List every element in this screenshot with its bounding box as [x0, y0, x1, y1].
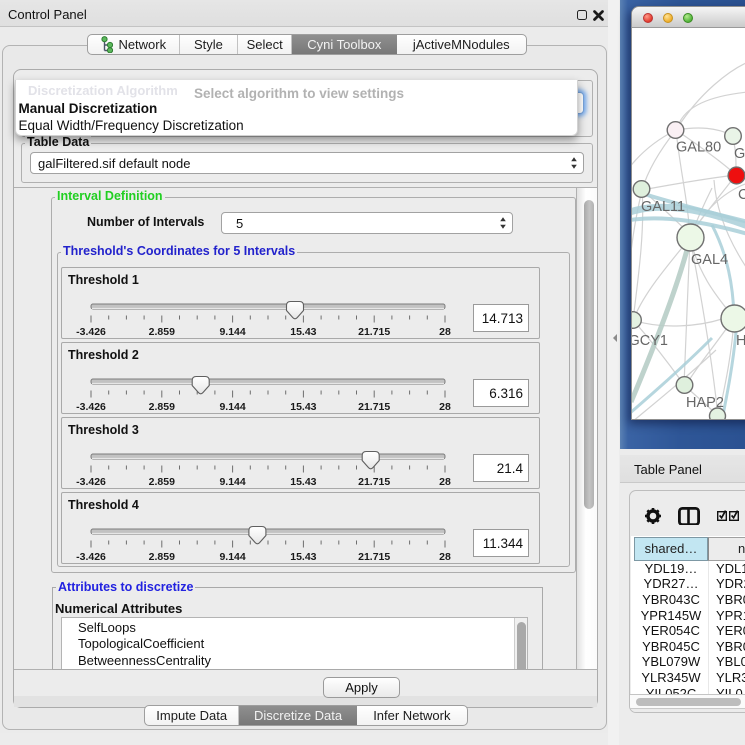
svg-text:28: 28 [439, 476, 451, 488]
svg-text:15.43: 15.43 [290, 401, 316, 413]
svg-text:9.144: 9.144 [219, 476, 245, 488]
svg-text:GA: GA [734, 146, 745, 162]
svg-text:GCY1: GCY1 [632, 333, 668, 349]
svg-text:15.43: 15.43 [290, 476, 316, 488]
svg-text:21.715: 21.715 [358, 401, 390, 413]
svg-text:9.144: 9.144 [219, 551, 245, 563]
svg-text:GAL11: GAL11 [641, 199, 685, 215]
svg-text:2.859: 2.859 [149, 326, 175, 338]
svg-text:GAL4: GAL4 [691, 252, 728, 268]
svg-text:-3.426: -3.426 [76, 551, 106, 563]
svg-text:2.859: 2.859 [149, 476, 175, 488]
svg-text:28: 28 [439, 401, 451, 413]
svg-text:21.715: 21.715 [358, 551, 390, 563]
svg-text:GAL80: GAL80 [676, 140, 721, 156]
svg-text:CD: CD [738, 187, 745, 203]
svg-text:15.43: 15.43 [290, 326, 316, 338]
svg-text:HAP2: HAP2 [686, 395, 724, 411]
svg-text:2.859: 2.859 [149, 401, 175, 413]
svg-text:21.715: 21.715 [358, 476, 390, 488]
svg-text:-3.426: -3.426 [76, 401, 106, 413]
svg-text:HA: HA [736, 333, 745, 349]
svg-text:28: 28 [439, 551, 451, 563]
svg-text:21.715: 21.715 [358, 326, 390, 338]
svg-text:-3.426: -3.426 [76, 476, 106, 488]
svg-text:9.144: 9.144 [219, 326, 245, 338]
svg-text:9.144: 9.144 [219, 401, 245, 413]
svg-text:-3.426: -3.426 [76, 326, 106, 338]
svg-text:15.43: 15.43 [290, 551, 316, 563]
svg-text:2.859: 2.859 [149, 551, 175, 563]
svg-text:28: 28 [439, 326, 451, 338]
